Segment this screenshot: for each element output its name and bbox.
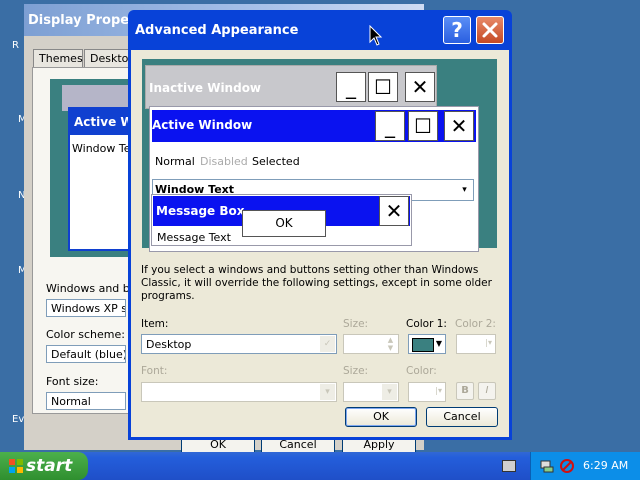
preview-active-title: Active W [74,115,134,129]
preview-active-title: Active Window [152,118,253,132]
ok-button[interactable]: OK [345,407,417,427]
chevron-down-icon: ▼ [435,339,442,348]
network-icon[interactable] [539,458,555,474]
start-label: start [26,456,73,476]
chevron-down-icon: |▾ [435,386,442,395]
chevron-down-icon: ✓ [320,336,335,352]
bold-button[interactable]: B [456,382,474,400]
item-value: Desktop [146,338,192,351]
font-size-select[interactable]: ▾ [343,382,399,402]
font-color-label: Color: [406,365,437,377]
desktop-icon-label[interactable]: R [12,40,19,51]
help-button[interactable]: ? [443,16,471,44]
minimize-icon: _ [336,72,366,102]
preview-menu-selected[interactable]: Selected [252,155,300,168]
help-icon: ? [451,18,463,42]
font-size-label: Font size: [46,375,99,388]
color1-picker[interactable]: ▼ [408,334,446,354]
preview-message-box[interactable]: Message Box ✕ Message Text OK [151,194,412,246]
color1-label: Color 1: [406,318,447,330]
desktop-icon-label[interactable]: Ev [12,414,24,425]
maximize-icon: ☐ [408,111,438,141]
close-button[interactable] [476,16,504,44]
color2-label: Color 2: [455,318,496,330]
preview-ok-button[interactable]: OK [242,210,326,237]
dialog-titlebar[interactable]: Advanced Appearance ? [128,10,512,50]
windows-buttons-select[interactable]: Windows XP sty [46,299,126,317]
appearance-preview[interactable]: Inactive Window _ ☐ ✕ Active Window _ ☐ … [142,59,497,252]
close-icon [482,22,498,38]
chevron-down-icon: ▾ [320,384,335,400]
font-size-select[interactable]: Normal [46,392,126,410]
mouse-pointer-icon [369,25,383,46]
maximize-icon: ☐ [368,72,398,102]
font-label: Font: [141,365,168,377]
preview-active-titlebar[interactable]: Active Window _ ☐ ✕ [152,110,476,142]
minimize-icon: _ [375,111,405,141]
speaker-icon[interactable] [559,458,575,474]
color2-picker[interactable]: |▾ [456,334,496,354]
tab-themes[interactable]: Themes [33,49,83,67]
close-icon: ✕ [379,196,409,226]
dialog-title: Advanced Appearance [135,23,299,38]
chevron-down-icon: |▾ [485,338,492,347]
color-scheme-select[interactable]: Default (blue) [46,345,126,363]
item-label: Item: [141,318,169,330]
item-select[interactable]: Desktop ✓ [141,334,337,354]
preview-menu-disabled[interactable]: Disabled [200,155,248,168]
chevron-down-icon: ▾ [382,384,397,400]
preview-menu-normal[interactable]: Normal [155,155,195,168]
font-color-picker[interactable]: |▾ [408,382,446,402]
taskbar: start 6:29 AM [0,452,640,480]
windows-buttons-label: Windows and bu [46,282,137,295]
system-tray: 6:29 AM [530,452,640,480]
windows-logo-icon [9,459,23,473]
italic-button[interactable]: I [478,382,496,400]
keyboard-icon[interactable] [502,460,516,472]
cancel-button[interactable]: Cancel [426,407,498,427]
dialog-body: Inactive Window _ ☐ ✕ Active Window _ ☐ … [131,50,509,437]
start-button[interactable]: start [0,452,88,480]
override-note: If you select a windows and buttons sett… [141,264,492,302]
spin-icon: ▲ ▼ [387,336,394,352]
close-icon: ✕ [405,72,435,102]
preview-inactive-window[interactable]: Inactive Window _ ☐ ✕ [145,65,437,109]
color-scheme-label: Color scheme: [46,328,125,341]
preview-inactive-title: Inactive Window [149,81,262,95]
preview-message-box-title: Message Box [156,204,245,218]
size-label: Size: [343,318,369,330]
font-select[interactable]: ▾ [141,382,337,402]
clock[interactable]: 6:29 AM [583,459,628,472]
color1-swatch [412,338,434,352]
preview-window-text: Window Te [72,142,131,155]
close-icon: ✕ [444,111,474,141]
scroll-down-icon: ▾ [457,182,472,198]
advanced-appearance-dialog: Advanced Appearance ? Inactive Window _ … [128,10,512,440]
item-size-spinner[interactable]: ▲ ▼ [343,334,399,354]
preview-message-text: Message Text [157,231,231,244]
font-size-label: Size: [343,365,369,377]
